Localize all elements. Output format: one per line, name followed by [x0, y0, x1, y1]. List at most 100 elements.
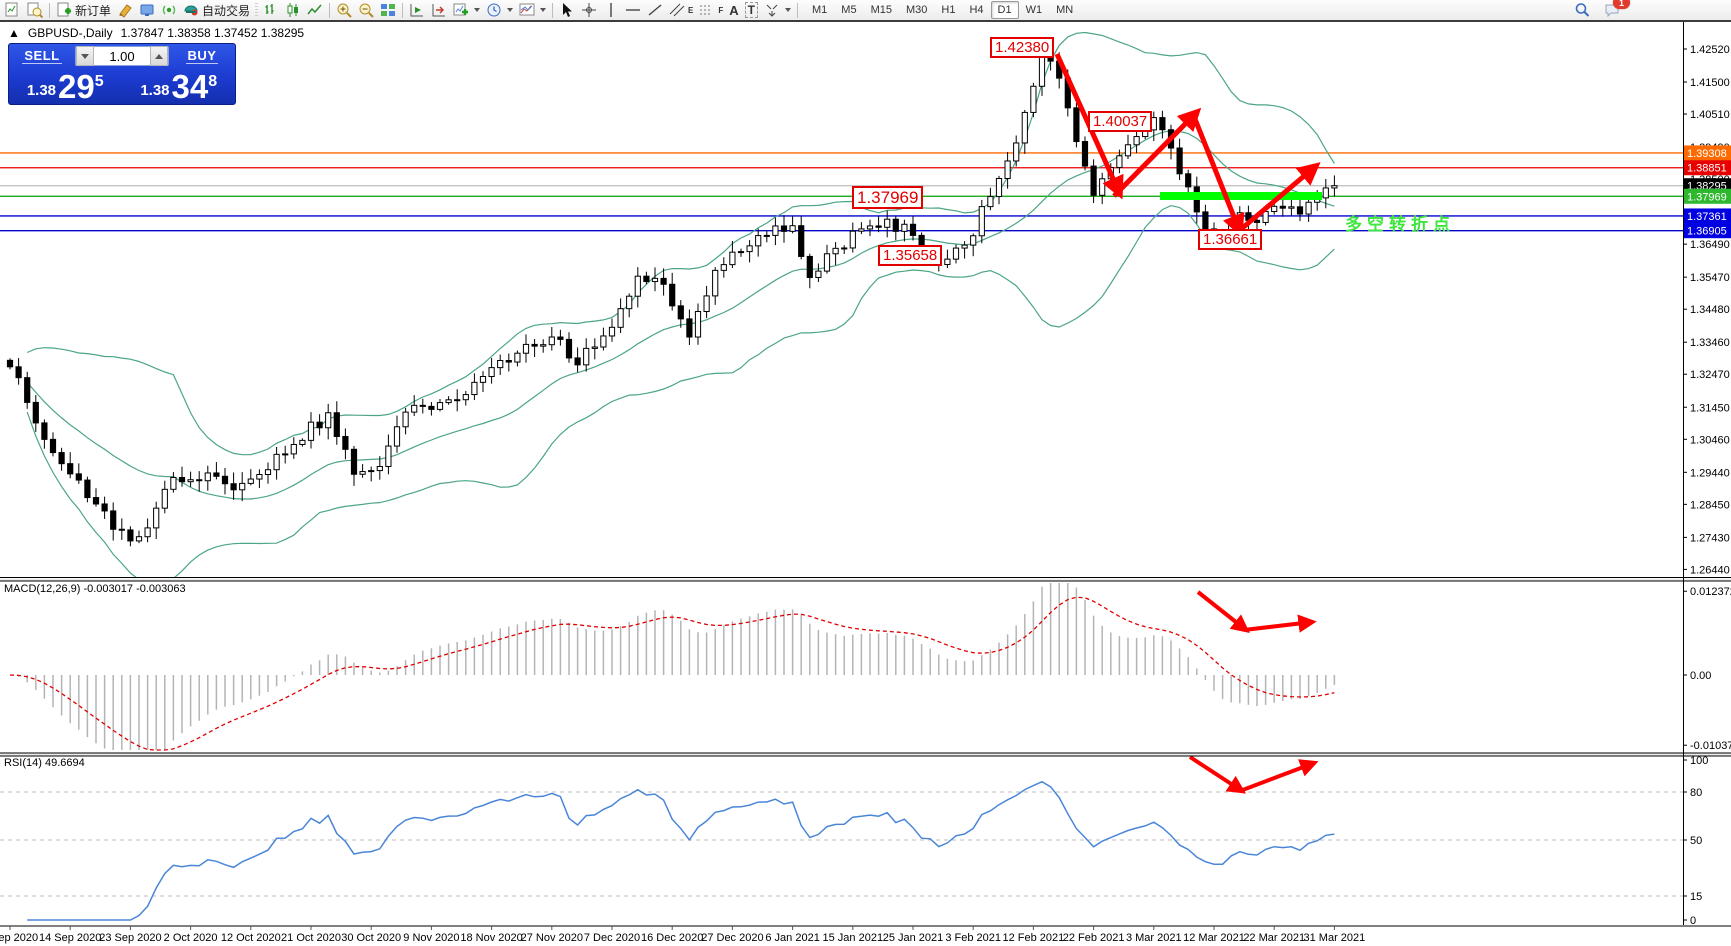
bar-chart-icon [265, 4, 274, 14]
svg-text:1.36905: 1.36905 [1687, 226, 1727, 238]
zoom-out-button[interactable] [355, 1, 377, 19]
buy-button[interactable]: BUY [169, 44, 235, 68]
new-order-button[interactable]: 新订单 [53, 1, 114, 19]
horizontal-line-tool-button[interactable] [622, 1, 644, 19]
price-tick-label: 1.26440 [1690, 564, 1730, 576]
support-band[interactable] [1160, 192, 1322, 200]
rsi-tick-label: 100 [1690, 755, 1708, 767]
equidistant-channel-icon [669, 3, 685, 17]
timeframe-button-H4[interactable]: H4 [962, 1, 990, 19]
arrows-tool-button[interactable] [761, 1, 794, 19]
mt4-window: 新订单 自动交易 E F A T M1 M5 M15 M30 H1 H4 D1 … [0, 0, 1731, 946]
chevron-down-icon [785, 8, 791, 12]
line-chart-button[interactable] [304, 1, 326, 19]
triangle-up-icon [155, 53, 163, 59]
timeframe-button-D1[interactable]: D1 [990, 1, 1019, 19]
sell-price-pip: 5 [94, 73, 104, 90]
buy-price-prefix: 1.38 [140, 82, 170, 99]
cursor-tool-button[interactable] [556, 1, 578, 19]
timeframe-button-MN[interactable]: MN [1049, 1, 1080, 19]
chart-shift-button[interactable] [428, 1, 450, 19]
text-label-tool-button[interactable]: T [742, 1, 761, 19]
price-tick-label: 1.40510 [1690, 109, 1730, 121]
window-preview-button[interactable] [24, 1, 46, 19]
fibonacci-tool-button[interactable]: F [696, 1, 726, 19]
timeframe-button-M15[interactable]: M15 [864, 1, 899, 19]
date-tick-label: 3 Mar 2021 [1126, 932, 1182, 944]
chart-canvas[interactable]: 1.425201.415001.405101.394901.385001.374… [0, 0, 1731, 946]
date-tick-label: 31 Mar 2021 [1304, 932, 1366, 944]
timeframe-button-M1[interactable]: M1 [805, 1, 834, 19]
date-tick-label: 2 Oct 2020 [164, 932, 218, 944]
vertical-line-tool-button[interactable] [600, 1, 622, 19]
timeframe-button-H1[interactable]: H1 [934, 1, 962, 19]
lot-increase-button[interactable] [150, 46, 168, 66]
autotrading-button[interactable]: 自动交易 [180, 1, 253, 19]
pane-splitter[interactable] [0, 753, 1731, 756]
lot-size-value[interactable]: 1.00 [94, 49, 150, 64]
signals-button[interactable] [158, 1, 180, 19]
zoom-in-icon [337, 3, 352, 18]
zoom-in-button[interactable] [333, 1, 355, 19]
trendline-tool-button[interactable] [644, 1, 666, 19]
metaeditor-button[interactable] [114, 1, 136, 19]
toolbar-separator [552, 2, 554, 18]
date-tick-label: 7 Dec 2020 [584, 932, 640, 944]
pane-splitter[interactable] [0, 578, 1731, 581]
new-order-icon [57, 2, 71, 17]
terminal-button[interactable] [136, 1, 158, 19]
candlestick-chart-button[interactable] [282, 1, 304, 19]
indicators-icon [453, 3, 469, 16]
one-click-trading-panel: SELL 1.00 BUY 1.38 29 5 1.38 34 8 [8, 43, 236, 105]
macd-tick-label: -0.010374 [1690, 740, 1731, 752]
price-tick-label: 1.29440 [1690, 467, 1730, 479]
date-tick-label: 3 Feb 2021 [945, 932, 1001, 944]
toolbar-separator [402, 2, 404, 18]
buy-price: 1.38 34 8 [123, 68, 236, 105]
window-preview-icon [27, 2, 43, 18]
text-tool-icon: A [729, 2, 739, 18]
toolbar-separator [49, 2, 50, 18]
date-tick-label: 22 Feb 2021 [1063, 932, 1125, 944]
timeframe-button-M30[interactable]: M30 [899, 1, 934, 19]
rsi-tick-label: 15 [1690, 891, 1702, 903]
timeframe-button-M5[interactable]: M5 [834, 1, 863, 19]
svg-text:1.39308: 1.39308 [1687, 148, 1727, 160]
bar-chart-button[interactable] [260, 1, 282, 19]
timeframe-button-W1[interactable]: W1 [1019, 1, 1050, 19]
toolbar-right: 1 [1571, 0, 1630, 19]
search-button[interactable] [1571, 1, 1593, 19]
text-tool-button[interactable]: A [726, 1, 741, 19]
new-chart-button[interactable] [2, 1, 24, 19]
toolbar-grip [255, 3, 259, 17]
tile-windows-button[interactable] [377, 1, 399, 19]
periods-button[interactable] [483, 1, 516, 19]
tile-windows-icon [381, 4, 396, 16]
auto-scroll-button[interactable] [406, 1, 428, 19]
channel-tool-button[interactable]: E [666, 1, 696, 19]
crosshair-tool-button[interactable] [578, 1, 600, 19]
triangle-down-icon [81, 53, 89, 59]
zoom-out-icon [359, 3, 374, 18]
buy-price-main: 34 [171, 68, 209, 105]
indicators-button[interactable] [450, 1, 483, 19]
text-label-icon: T [744, 2, 758, 18]
date-axis: 3 Sep 202014 Sep 202023 Sep 20202 Oct 20… [0, 926, 1365, 944]
chevron-down-icon [507, 8, 514, 12]
toolbar-separator [329, 2, 331, 18]
price-tick-label: 1.42520 [1690, 44, 1730, 56]
templates-button[interactable] [516, 1, 549, 19]
sell-button[interactable]: SELL [9, 44, 75, 68]
cursor-icon [563, 3, 573, 17]
arrows-tool-icon [766, 4, 778, 17]
fibonacci-letter: F [718, 5, 724, 15]
price-tag-1.39308: 1.39308 [1684, 145, 1731, 161]
svg-text:1.38851: 1.38851 [1687, 163, 1727, 175]
svg-text:1.37361: 1.37361 [1687, 211, 1727, 223]
rsi-tick-label: 0 [1690, 915, 1696, 927]
lot-decrease-button[interactable] [76, 46, 94, 66]
lot-size-field[interactable]: 1.00 [75, 46, 169, 66]
line-chart-icon [307, 4, 322, 15]
price-tick-label: 1.31450 [1690, 402, 1730, 414]
notifications-button[interactable]: 1 [1601, 0, 1630, 19]
